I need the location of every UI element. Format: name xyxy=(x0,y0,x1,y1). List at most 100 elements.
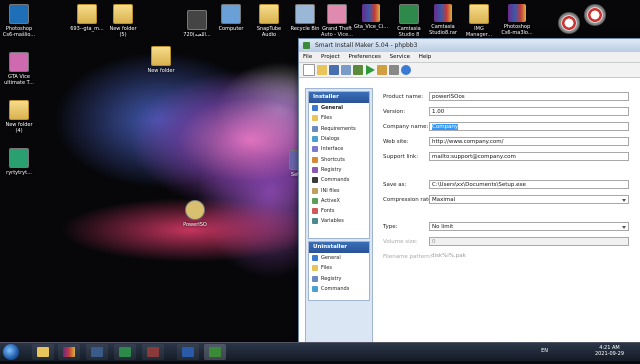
desktop-icon[interactable]: 693--gta_m... xyxy=(70,4,104,32)
desktop-icon-label: New folder (4) xyxy=(5,122,33,134)
sidebar-item-activex[interactable]: ActiveX xyxy=(309,196,369,206)
build-icon[interactable] xyxy=(353,65,363,75)
sidebar-item-interface[interactable]: Interface xyxy=(309,144,369,154)
sidebar-item-fonts[interactable]: Fonts xyxy=(309,206,369,216)
taskbar-camtasia-button[interactable] xyxy=(114,344,136,360)
section-icon xyxy=(312,115,318,122)
desktop-icon[interactable]: Photoshop Cs6-ma3lo... xyxy=(500,4,534,36)
taskbar-explorer-button[interactable] xyxy=(32,344,54,360)
filename-pattern-field[interactable]: disk%i%.pak xyxy=(429,252,629,261)
application-icon xyxy=(9,4,29,24)
sidebar-item-ini-files[interactable]: INI files xyxy=(309,185,369,195)
uninstaller-item-files[interactable]: Files xyxy=(309,263,369,273)
section-icon xyxy=(312,125,318,132)
desktop-icon[interactable]: 720(اللعبه... xyxy=(180,10,214,38)
sidebar-item-label: Variables xyxy=(321,218,344,225)
section-icon xyxy=(312,265,318,272)
compression-label: Compression rate: xyxy=(383,197,434,203)
desktop-icon[interactable]: IMG Manager... xyxy=(462,4,496,38)
version-field[interactable]: 1.00 xyxy=(429,107,629,116)
menu-project[interactable]: Project xyxy=(321,54,340,60)
options-icon[interactable] xyxy=(389,65,399,75)
clock[interactable]: 4:21 AM 2021-09-29 xyxy=(595,345,624,361)
run-icon[interactable] xyxy=(366,65,375,75)
desktop-icon[interactable]: Computer xyxy=(214,4,248,32)
product-name-label: Product name: xyxy=(383,94,424,100)
compression-select[interactable]: Maximal xyxy=(429,195,629,204)
sidebar-item-label: ActiveX xyxy=(321,197,340,204)
sidebar-item-registry[interactable]: Registry xyxy=(309,165,369,175)
uninstaller-item-registry[interactable]: Registry xyxy=(309,274,369,284)
taskbar-installer-button[interactable] xyxy=(204,344,226,360)
type-select[interactable]: No limit xyxy=(429,222,629,231)
export-icon[interactable] xyxy=(341,65,351,75)
desktop-icon[interactable]: Photoshop Cs6-mašlio... xyxy=(2,4,36,38)
winrar-archive-icon xyxy=(362,4,380,22)
language-indicator[interactable]: EN xyxy=(541,348,548,364)
desktop-icon[interactable]: New folder (5) xyxy=(106,4,140,38)
open-folder-icon[interactable] xyxy=(317,65,327,75)
speed-gauge-icon xyxy=(558,12,580,34)
sidebar-item-dialogs[interactable]: Dialogs xyxy=(309,134,369,144)
sidebar-item-files[interactable]: Files xyxy=(309,113,369,123)
desktop-icon[interactable]: Gta_Vice_Ci... xyxy=(354,4,388,30)
company-name-field[interactable]: Company xyxy=(429,122,629,131)
application-icon xyxy=(9,148,29,168)
desktop-icon-label: Photoshop Cs6-ma3lo... xyxy=(501,24,533,36)
desktop-icon[interactable]: New folder xyxy=(144,46,178,74)
desktop-icon[interactable]: Recycle Bin xyxy=(288,4,322,32)
sidebar-item-variables[interactable]: Variables xyxy=(309,216,369,226)
desktop-icon[interactable]: Camtasia Studio 8 xyxy=(392,4,426,38)
sidebar-item-label: Interface xyxy=(321,146,344,153)
sidebar-item-general[interactable]: General xyxy=(309,103,369,113)
taskbar-recorder-button[interactable] xyxy=(142,344,164,360)
taskbar-winrar-button[interactable] xyxy=(58,344,80,360)
volume-size-label: Volume size: xyxy=(383,239,418,245)
application-icon xyxy=(221,4,241,24)
section-icon xyxy=(312,255,318,262)
menu-bar: File Project Preferences Service Help xyxy=(299,52,640,63)
application-icon xyxy=(187,10,207,30)
sidebar-item-shortcuts[interactable]: Shortcuts xyxy=(309,154,369,164)
product-name-field[interactable]: powerISOos xyxy=(429,92,629,101)
section-icon xyxy=(312,187,318,194)
section-icon xyxy=(312,156,318,163)
winrar-archive-icon xyxy=(434,4,452,22)
desktop-icon[interactable]: ryrtytryt... xyxy=(2,148,36,176)
taskbar-word-button[interactable] xyxy=(177,344,199,360)
filename-pattern-label: Filename pattern: xyxy=(383,254,432,260)
section-icon xyxy=(312,166,318,173)
taskbar-player-button[interactable] xyxy=(86,344,108,360)
desktop-icon[interactable]: New folder (4) xyxy=(2,100,36,134)
desktop-icon[interactable]: SnapTube Audio xyxy=(252,4,286,38)
start-button[interactable] xyxy=(3,344,19,360)
new-file-icon[interactable] xyxy=(303,64,315,76)
volume-size-field[interactable]: 0 xyxy=(429,237,629,246)
save-as-label: Save as: xyxy=(383,182,407,188)
menu-service[interactable]: Service xyxy=(390,54,410,60)
test-icon[interactable] xyxy=(377,65,387,75)
sidebar-item-commands[interactable]: Commands xyxy=(309,175,369,185)
desktop-icon[interactable]: Grand Theft Auto - Vice... xyxy=(320,4,354,38)
desktop-icon-label: New folder (5) xyxy=(109,26,137,38)
sidebar-item-label: Files xyxy=(321,265,332,272)
menu-preferences[interactable]: Preferences xyxy=(349,54,381,60)
desktop-icon[interactable]: GTA Vice ultimate T... xyxy=(2,52,36,86)
uninstaller-item-commands[interactable]: Commands xyxy=(309,284,369,294)
support-link-field[interactable]: mailto:support@company.com xyxy=(429,152,629,161)
section-icon xyxy=(312,146,318,153)
website-field[interactable]: http://www.company.com/ xyxy=(429,137,629,146)
sidebar-item-label: Fonts xyxy=(321,208,335,215)
application-icon xyxy=(185,200,205,220)
save-icon[interactable] xyxy=(329,65,339,75)
uninstaller-item-general[interactable]: General xyxy=(309,253,369,263)
help-icon[interactable] xyxy=(401,65,411,75)
menu-help[interactable]: Help xyxy=(419,54,432,60)
menu-file[interactable]: File xyxy=(303,54,312,60)
installer-window[interactable]: Smart Install Maker 5.04 - phpbb3 File P… xyxy=(298,38,640,344)
desktop-icon[interactable]: Camtasia Studio8.rar xyxy=(426,4,460,36)
desktop-icon[interactable]: PowerISO xyxy=(178,200,212,228)
save-as-field[interactable]: C:\Users\xx\Documents\Setup.exe xyxy=(429,180,629,189)
window-titlebar[interactable]: Smart Install Maker 5.04 - phpbb3 xyxy=(299,39,640,52)
sidebar-item-requirements[interactable]: Requirements xyxy=(309,124,369,134)
